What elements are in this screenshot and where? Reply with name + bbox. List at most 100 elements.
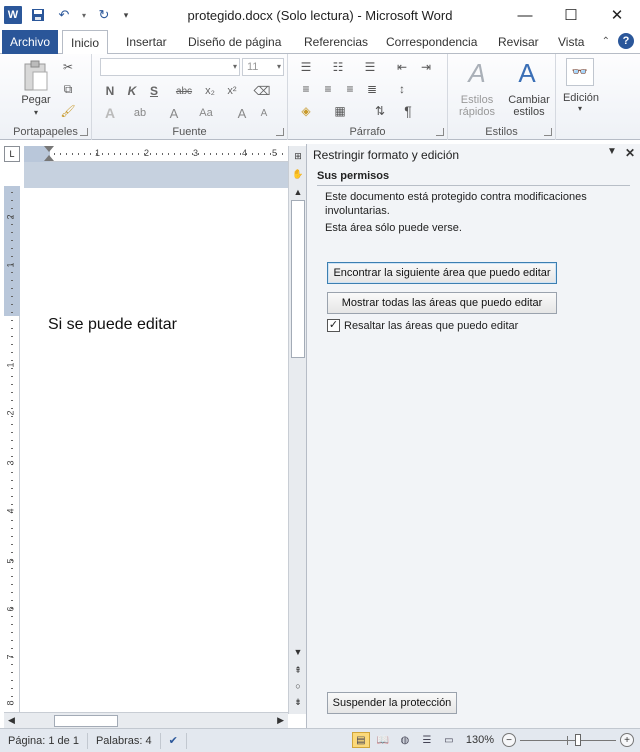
undo-icon[interactable]: ↶ <box>54 5 74 25</box>
word-app-icon[interactable]: W <box>4 6 22 24</box>
sort-icon[interactable]: ⇅ <box>370 102 390 120</box>
vertical-ruler[interactable]: 2 1 1 2 3 4 5 6 7 8 <box>4 186 20 714</box>
format-painter-icon[interactable]: 🖌 <box>58 102 78 120</box>
proofing-icon[interactable]: ✔ <box>161 732 187 749</box>
editing-label[interactable]: Edición <box>558 92 604 104</box>
highlight-areas-checkbox[interactable]: ✓ <box>327 319 340 332</box>
change-styles-icon[interactable]: A <box>512 58 542 88</box>
shading-icon[interactable]: ◈ <box>296 102 316 120</box>
highlight-icon[interactable]: ab <box>130 104 150 122</box>
grow-font-icon[interactable]: A <box>232 104 252 122</box>
outline-view-icon[interactable]: ☰ <box>418 732 436 748</box>
borders-icon[interactable]: ▦ <box>330 102 350 120</box>
decrease-indent-icon[interactable]: ⇤ <box>392 58 412 76</box>
quick-styles-icon[interactable]: A <box>462 58 492 88</box>
strikethrough-icon[interactable]: abc <box>174 82 194 100</box>
save-icon[interactable] <box>28 5 48 25</box>
font-size-combo[interactable]: 11 ▾ <box>242 58 284 76</box>
show-formatting-icon[interactable]: ¶ <box>398 102 418 120</box>
align-center-icon[interactable]: ≡ <box>318 80 338 98</box>
browse-object-icon[interactable]: ○ <box>290 678 306 694</box>
numbering-icon[interactable]: ☷ <box>328 58 348 76</box>
previous-page-icon[interactable]: ⇞ <box>290 662 306 678</box>
hanging-indent-icon[interactable] <box>44 155 54 161</box>
line-spacing-icon[interactable]: ↕ <box>392 80 412 98</box>
find-next-editable-button[interactable]: Encontrar la siguiente área que puedo ed… <box>327 262 557 284</box>
zoom-in-icon[interactable]: + <box>620 733 634 747</box>
draft-view-icon[interactable]: ▭ <box>440 732 458 748</box>
font-name-combo[interactable]: ▾ <box>100 58 240 76</box>
subscript-icon[interactable]: x₂ <box>200 82 220 100</box>
word-count[interactable]: Palabras: 4 <box>88 732 161 749</box>
minimize-icon[interactable]: — <box>502 0 548 30</box>
align-left-icon[interactable]: ≡ <box>296 80 316 98</box>
scroll-down-icon[interactable]: ▼ <box>290 644 306 660</box>
pane-close-icon[interactable]: ✕ <box>625 146 635 160</box>
highlight-areas-label[interactable]: Resaltar las áreas que puedo editar <box>344 320 518 332</box>
tab-inicio[interactable]: Inicio <box>62 30 109 55</box>
font-color-icon[interactable]: A <box>164 104 184 122</box>
superscript-icon[interactable]: x² <box>222 82 242 100</box>
show-all-editable-button[interactable]: Mostrar todas las áreas que puedo editar <box>327 292 557 314</box>
undo-dropdown-icon[interactable]: ▾ <box>80 5 88 25</box>
change-styles-label[interactable]: Cambiar estilos <box>504 94 554 118</box>
change-case-icon[interactable]: Aa <box>196 104 216 122</box>
cut-icon[interactable]: ✂ <box>58 58 78 76</box>
increase-indent-icon[interactable]: ⇥ <box>416 58 436 76</box>
vertical-scrollbar[interactable]: ⊞ ✋ ▲ ▼ ⇞ ○ ⇟ <box>288 146 306 714</box>
customize-qat-icon[interactable]: ▾ <box>120 5 132 25</box>
tab-insertar[interactable]: Insertar <box>118 30 175 54</box>
tab-selector-icon[interactable]: L <box>4 146 20 162</box>
hscroll-thumb[interactable] <box>54 715 118 727</box>
underline-icon[interactable]: S <box>144 82 164 100</box>
full-screen-reading-icon[interactable]: 📖 <box>374 732 392 748</box>
scroll-thumb[interactable] <box>291 200 305 358</box>
editing-dropdown-icon[interactable]: ▾ <box>574 104 586 113</box>
close-icon[interactable]: ✕ <box>594 0 640 30</box>
scroll-right-icon[interactable]: ▶ <box>277 715 284 726</box>
scroll-left-icon[interactable]: ◀ <box>8 715 15 726</box>
tab-correspondencia[interactable]: Correspondencia <box>378 30 485 54</box>
italic-icon[interactable]: K <box>122 82 142 100</box>
paste-label[interactable]: Pegar <box>14 94 58 106</box>
pan-hand-icon[interactable]: ✋ <box>290 166 306 182</box>
zoom-level[interactable]: 130% <box>466 734 494 746</box>
multilevel-list-icon[interactable]: ☰ <box>360 58 380 76</box>
indent-marker-icon[interactable] <box>44 146 54 152</box>
align-right-icon[interactable]: ≡ <box>340 80 360 98</box>
print-layout-view-icon[interactable]: ▤ <box>351 732 370 748</box>
next-page-icon[interactable]: ⇟ <box>290 694 306 710</box>
text-effects-icon[interactable]: A <box>100 104 120 122</box>
zoom-thumb[interactable] <box>574 734 581 746</box>
justify-icon[interactable]: ≣ <box>362 80 382 98</box>
editing-icon[interactable]: 👓 <box>566 58 594 86</box>
font-name-dropdown-icon[interactable]: ▾ <box>233 59 237 75</box>
document-text[interactable]: Si se puede editar <box>48 316 177 334</box>
tab-vista[interactable]: Vista <box>550 30 592 54</box>
tab-revisar[interactable]: Revisar <box>490 30 547 54</box>
parrafo-launcher-icon[interactable] <box>436 128 444 136</box>
zoom-out-icon[interactable]: − <box>502 733 516 747</box>
estilos-launcher-icon[interactable] <box>544 128 552 136</box>
document-page[interactable]: Si se puede editar <box>24 188 288 714</box>
bullets-icon[interactable]: ☰ <box>296 58 316 76</box>
minimize-ribbon-icon[interactable]: ⌃ <box>602 36 610 47</box>
ruler-toggle-icon[interactable]: ⊞ <box>290 148 306 164</box>
web-layout-icon[interactable]: ◍ <box>396 732 414 748</box>
tab-referencias[interactable]: Referencias <box>296 30 376 54</box>
tab-diseno-pagina[interactable]: Diseño de página <box>180 30 289 54</box>
quick-styles-label[interactable]: Estilos rápidos <box>452 94 502 118</box>
redo-icon[interactable]: ↻ <box>94 5 114 25</box>
shrink-font-icon[interactable]: A <box>254 104 274 122</box>
horizontal-scrollbar[interactable]: ◀ ▶ <box>4 712 288 728</box>
horizontal-ruler[interactable]: 1 2 3 4 5 <box>24 146 288 162</box>
portapapeles-launcher-icon[interactable] <box>80 128 88 136</box>
scroll-up-icon[interactable]: ▲ <box>290 184 306 200</box>
stop-protection-button[interactable]: Suspender la protección <box>327 692 457 714</box>
bold-icon[interactable]: N <box>100 82 120 100</box>
zoom-slider[interactable] <box>520 732 616 748</box>
clear-format-icon[interactable]: ⌫ <box>252 82 272 100</box>
page-count[interactable]: Página: 1 de 1 <box>0 732 88 749</box>
maximize-icon[interactable]: ☐ <box>548 0 594 30</box>
font-size-dropdown-icon[interactable]: ▾ <box>277 59 281 75</box>
